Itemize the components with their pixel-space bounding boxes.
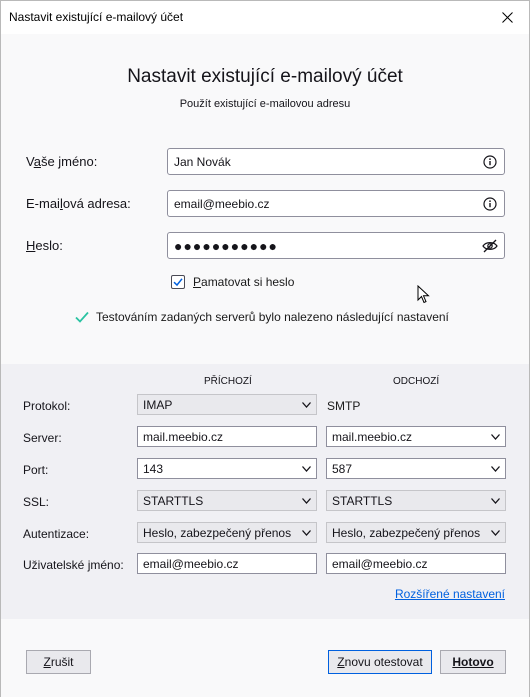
incoming-username-input[interactable]: email@meebio.cz — [137, 553, 317, 574]
advanced-config-link[interactable]: Rozšířené nastavení — [395, 587, 505, 601]
chevron-down-icon[interactable] — [485, 427, 505, 446]
chevron-down-icon — [296, 523, 316, 542]
incoming-column-header: PŘÍCHOZÍ — [204, 376, 252, 387]
done-button[interactable]: Hotovo — [440, 650, 506, 674]
checkmark-icon — [173, 278, 183, 287]
remember-password-label: Pamatovat si heslo — [193, 275, 295, 289]
info-icon[interactable] — [483, 197, 497, 211]
incoming-auth-select[interactable]: Heslo, zabezpečený přenos — [137, 522, 317, 543]
status-message: Testováním zadaných serverů bylo nalezen… — [75, 310, 449, 324]
window-title: Nastavit existující e-mailový účet — [9, 10, 184, 24]
email-label: E-mailová adresa: — [26, 196, 131, 211]
email-input-value: email@meebio.cz — [174, 196, 270, 211]
incoming-ssl-value: STARTTLS — [143, 493, 204, 508]
title-bar: Nastavit existující e-mailový účet — [1, 1, 529, 34]
server-label: Server: — [23, 431, 62, 445]
incoming-server-input[interactable]: mail.meebio.cz — [137, 426, 317, 447]
info-icon[interactable] — [483, 155, 497, 169]
outgoing-port-combobox[interactable]: 587 — [326, 458, 506, 479]
chevron-down-icon[interactable] — [485, 459, 505, 478]
email-input[interactable]: email@meebio.cz — [167, 190, 505, 217]
incoming-port-combobox[interactable]: 143 — [137, 458, 317, 479]
name-label: Vaše jméno: — [26, 154, 98, 169]
incoming-protocol-select[interactable]: IMAP — [137, 394, 317, 415]
outgoing-server-value: mail.meebio.cz — [332, 429, 413, 444]
incoming-protocol-value: IMAP — [143, 397, 173, 412]
name-input[interactable]: Jan Novák — [167, 148, 505, 175]
outgoing-username-input[interactable]: email@meebio.cz — [326, 553, 506, 574]
chevron-down-icon — [296, 395, 316, 414]
password-input[interactable]: ●●●●●●●●●●● — [167, 232, 505, 259]
outgoing-auth-value: Heslo, zabezpečený přenos — [332, 525, 481, 540]
chevron-down-icon[interactable] — [296, 459, 316, 478]
checkmark-icon — [75, 311, 89, 323]
outgoing-ssl-value: STARTTLS — [332, 493, 393, 508]
incoming-server-value: mail.meebio.cz — [143, 429, 224, 444]
page-subtitle: Použít existující e-mailovou adresu — [179, 98, 351, 110]
eye-slash-icon[interactable] — [482, 239, 498, 253]
username-label: Uživatelské jméno: — [23, 558, 124, 572]
outgoing-port-value: 587 — [332, 461, 353, 476]
authentication-label: Autentizace: — [23, 527, 90, 541]
port-label: Port: — [23, 463, 49, 477]
outgoing-server-combobox[interactable]: mail.meebio.cz — [326, 426, 506, 447]
chevron-down-icon — [485, 523, 505, 542]
outgoing-column-header: ODCHOZÍ — [393, 376, 440, 387]
mouse-cursor-icon — [417, 285, 430, 304]
name-input-value: Jan Novák — [174, 154, 231, 169]
protocol-label: Protokol: — [23, 399, 71, 413]
chevron-down-icon — [485, 491, 505, 510]
remember-password-checkbox[interactable]: Pamatovat si heslo — [171, 275, 294, 289]
page-title: Nastavit existující e-mailový účet — [127, 66, 403, 87]
checkbox-box[interactable] — [171, 275, 185, 289]
outgoing-auth-select[interactable]: Heslo, zabezpečený přenos — [326, 522, 506, 543]
outgoing-protocol-value: SMTP — [327, 399, 361, 413]
incoming-auth-value: Heslo, zabezpečený přenos — [143, 525, 292, 540]
cancel-button[interactable]: Zrušit — [26, 650, 91, 674]
ssl-label: SSL: — [23, 495, 50, 509]
chevron-down-icon — [296, 491, 316, 510]
close-button[interactable] — [485, 1, 529, 34]
incoming-ssl-select[interactable]: STARTTLS — [137, 490, 317, 511]
retest-button[interactable]: Znovu otestovat — [328, 650, 432, 674]
outgoing-username-value: email@meebio.cz — [332, 556, 428, 571]
password-label: Heslo: — [26, 238, 63, 253]
dialog-window: Nastavit existující e-mailový účet Nasta… — [0, 0, 530, 697]
password-input-value: ●●●●●●●●●●● — [174, 237, 279, 254]
close-icon — [501, 12, 513, 23]
outgoing-ssl-select[interactable]: STARTTLS — [326, 490, 506, 511]
incoming-username-value: email@meebio.cz — [143, 556, 239, 571]
status-text: Testováním zadaných serverů bylo nalezen… — [96, 310, 449, 324]
incoming-port-value: 143 — [143, 461, 164, 476]
